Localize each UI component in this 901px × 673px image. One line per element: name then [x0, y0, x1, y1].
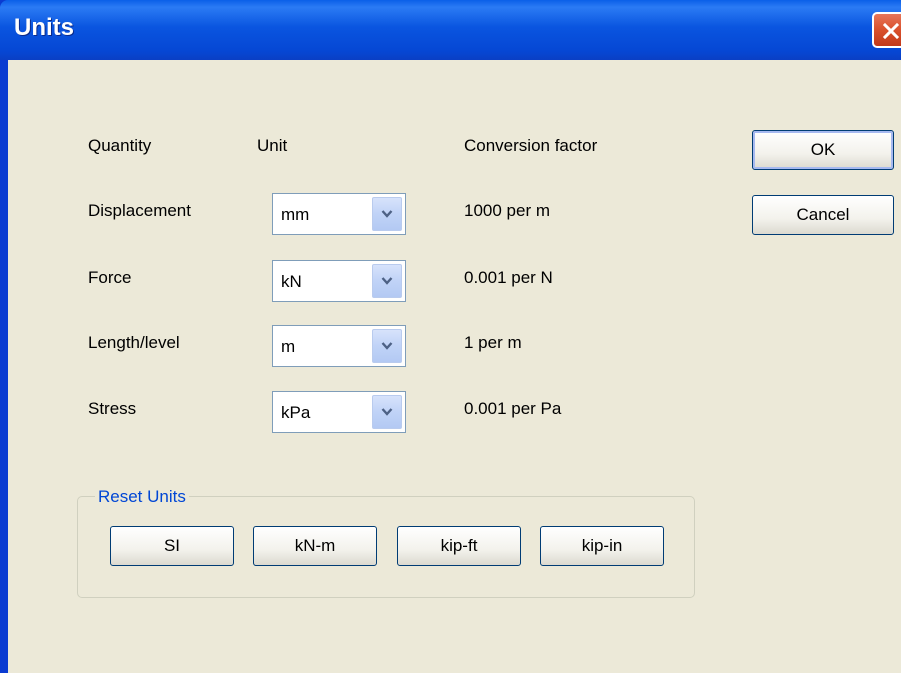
unit-select-displacement[interactable]: mm [272, 193, 406, 235]
cancel-button[interactable]: Cancel [752, 195, 894, 235]
reset-si-button[interactable]: SI [110, 526, 234, 566]
unit-select-value: mm [281, 205, 310, 224]
conversion-factor-stress: 0.001 per Pa [464, 399, 562, 418]
reset-kip-ft-button[interactable]: kip-ft [397, 526, 521, 566]
reset-kn-m-button[interactable]: kN-m [253, 526, 377, 566]
unit-select-value: kN [281, 272, 302, 291]
conversion-factor-length-level: 1 per m [464, 333, 522, 352]
dropdown-button[interactable] [372, 329, 402, 363]
unit-select-value: kPa [281, 403, 311, 422]
dropdown-button[interactable] [372, 395, 402, 429]
chevron-down-icon [381, 277, 393, 285]
reset-units-title: Reset Units [95, 487, 189, 507]
conversion-factor-displacement: 1000 per m [464, 201, 550, 220]
unit-select-value: m [281, 337, 296, 356]
title-bar[interactable]: Units [0, 0, 901, 60]
header-conversion-factor: Conversion factor [464, 136, 598, 155]
chevron-down-icon [381, 408, 393, 416]
units-dialog: Units Quantity Unit Conversion factor Di… [0, 0, 901, 673]
close-icon [882, 22, 900, 40]
unit-select-force[interactable]: kN [272, 260, 406, 302]
reset-kip-in-button[interactable]: kip-in [540, 526, 664, 566]
ok-button[interactable]: OK [752, 130, 894, 170]
unit-select-stress[interactable]: kPa [272, 391, 406, 433]
close-button[interactable] [872, 12, 901, 48]
dropdown-button[interactable] [372, 264, 402, 298]
quantity-label-force: Force [88, 268, 132, 287]
header-unit: Unit [257, 136, 288, 155]
quantity-label-stress: Stress [88, 399, 137, 418]
quantity-label-length-level: Length/level [88, 333, 180, 352]
unit-select-length-level[interactable]: m [272, 325, 406, 367]
conversion-factor-force: 0.001 per N [464, 268, 553, 287]
header-quantity: Quantity [88, 136, 152, 155]
dropdown-button[interactable] [372, 197, 402, 231]
quantity-label-displacement: Displacement [88, 201, 191, 220]
window-title: Units [14, 14, 74, 41]
chevron-down-icon [381, 342, 393, 350]
chevron-down-icon [381, 210, 393, 218]
dialog-content: Quantity Unit Conversion factor Displace… [8, 60, 901, 673]
